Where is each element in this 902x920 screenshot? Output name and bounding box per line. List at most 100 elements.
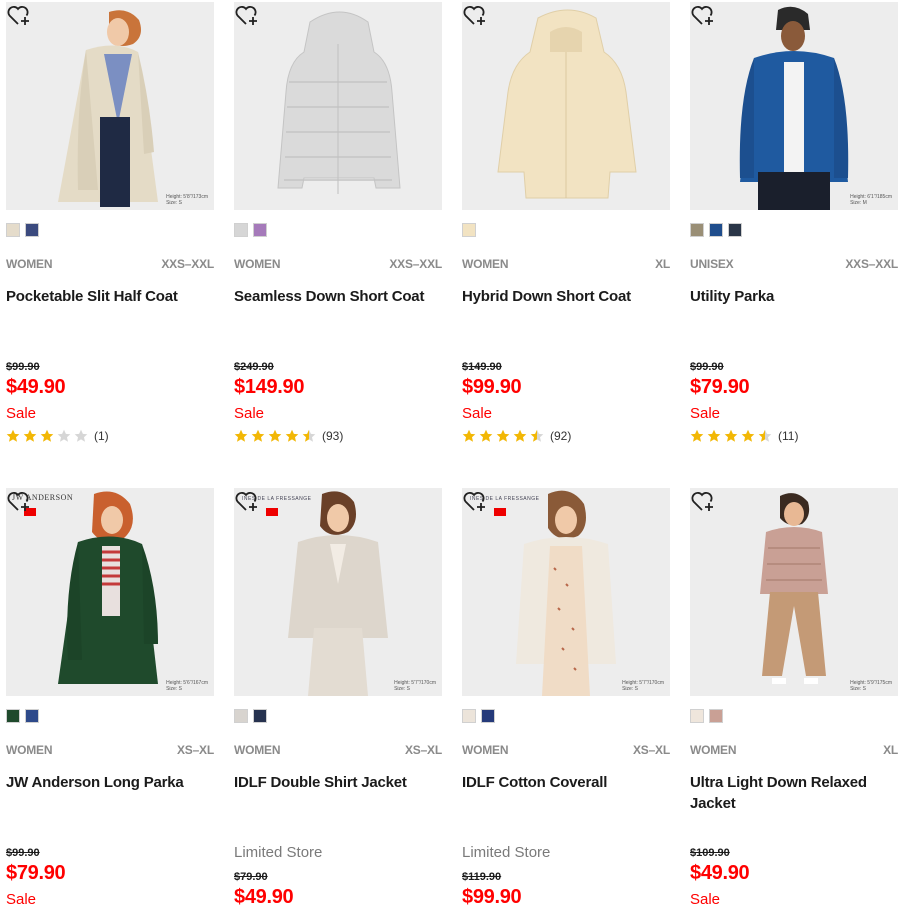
model-note: Height: 5'6"/167cm Size: S: [166, 680, 208, 692]
color-swatch[interactable]: [253, 709, 267, 723]
limited-store-label: Limited Store: [234, 844, 323, 861]
color-swatch[interactable]: [253, 223, 267, 237]
gender-label: UNISEX: [690, 257, 734, 271]
gender-label: WOMEN: [234, 257, 281, 271]
color-swatches: [690, 223, 742, 237]
color-swatch[interactable]: [462, 709, 476, 723]
model-note: Height: 5'9"/175cm Size: S: [850, 680, 892, 692]
product-photo: [462, 2, 670, 210]
heart-plus-icon[interactable]: [6, 488, 32, 514]
size-range: XS–XL: [176, 743, 214, 757]
color-swatch[interactable]: [25, 709, 39, 723]
star-icon: [74, 429, 88, 442]
gender-label: WOMEN: [6, 743, 53, 757]
product-card-idlf-cotton-coverall[interactable]: INES DE LA FRESSANGE Height: 5'7"/170cm S…: [462, 488, 670, 920]
color-swatch[interactable]: [6, 223, 20, 237]
color-swatch[interactable]: [234, 709, 248, 723]
product-meta: WOMEN XXS–XXL: [234, 257, 442, 271]
color-swatch[interactable]: [25, 223, 39, 237]
sale-label: Sale: [690, 405, 721, 422]
star-icon: [285, 429, 299, 442]
heart-plus-icon[interactable]: [690, 488, 716, 514]
product-image[interactable]: [462, 2, 670, 210]
model-note: Height: 5'7"/170cm Size: S: [622, 680, 664, 692]
review-count[interactable]: (93): [322, 429, 343, 443]
original-price: $109.90: [690, 847, 730, 859]
product-photo: [6, 2, 214, 210]
review-count[interactable]: (1): [94, 429, 109, 443]
heart-plus-icon[interactable]: [690, 2, 716, 28]
rating: (93): [234, 429, 343, 443]
product-card-jw-anderson-long-parka[interactable]: JW ANDERSON Height: 5'6"/167cm Size: S WO…: [6, 488, 214, 920]
sale-price: $149.90: [234, 376, 305, 398]
product-name[interactable]: Hybrid Down Short Coat: [462, 286, 670, 307]
product-meta: WOMEN XXS–XXL: [6, 257, 214, 271]
product-card-pocketable-slit-half-coat[interactable]: Height: 5'8"/173cm Size: S WOMEN XXS–XXL …: [6, 2, 214, 452]
product-card-utility-parka[interactable]: Height: 6'1"/185cm Size: M UNISEX XXS–XXL…: [690, 2, 898, 452]
product-image[interactable]: [234, 2, 442, 210]
product-image[interactable]: Height: 6'1"/185cm Size: M: [690, 2, 898, 210]
product-card-hybrid-down-short-coat[interactable]: WOMEN XL Hybrid Down Short Coat $149.90 …: [462, 2, 670, 452]
star-icon: [462, 429, 476, 442]
rating: (11): [690, 429, 798, 443]
star-icon: [6, 429, 20, 442]
original-price: $99.90: [690, 361, 724, 373]
color-swatch[interactable]: [6, 709, 20, 723]
product-image[interactable]: INES DE LA FRESSANGE Height: 5'7"/170cm S…: [234, 488, 442, 696]
heart-plus-icon[interactable]: [6, 2, 32, 28]
sale-price: $79.90: [690, 376, 750, 398]
gender-label: WOMEN: [6, 257, 53, 271]
star-icon: [302, 429, 316, 442]
product-card-seamless-down-short-coat[interactable]: WOMEN XXS–XXL Seamless Down Short Coat $…: [234, 2, 442, 452]
color-swatch[interactable]: [234, 223, 248, 237]
uniqlo-logo: [266, 508, 278, 516]
star-rating: [690, 429, 772, 443]
product-image[interactable]: Height: 5'9"/175cm Size: S: [690, 488, 898, 696]
product-name[interactable]: Pocketable Slit Half Coat: [6, 286, 214, 307]
size-range: XXS–XXL: [161, 257, 214, 271]
heart-plus-icon[interactable]: [462, 2, 488, 28]
color-swatch[interactable]: [709, 709, 723, 723]
color-swatch[interactable]: [728, 223, 742, 237]
product-meta: WOMEN XL: [462, 257, 670, 271]
product-card-idlf-double-shirt-jacket[interactable]: INES DE LA FRESSANGE Height: 5'7"/170cm S…: [234, 488, 442, 920]
product-name[interactable]: JW Anderson Long Parka: [6, 772, 214, 793]
original-price: $79.90: [234, 871, 268, 883]
color-swatches: [462, 709, 495, 723]
size-range: XXS–XXL: [389, 257, 442, 271]
color-swatch[interactable]: [709, 223, 723, 237]
star-icon: [57, 429, 71, 442]
product-meta: WOMEN XS–XL: [6, 743, 214, 757]
product-image[interactable]: INES DE LA FRESSANGE Height: 5'7"/170cm S…: [462, 488, 670, 696]
product-card-ultra-light-down-relaxed-jacket[interactable]: Height: 5'9"/175cm Size: S WOMEN XL Ultra…: [690, 488, 898, 920]
color-swatch[interactable]: [690, 709, 704, 723]
star-icon: [479, 429, 493, 442]
heart-plus-icon[interactable]: [234, 488, 260, 514]
product-meta: WOMEN XL: [690, 743, 898, 757]
product-name[interactable]: Utility Parka: [690, 286, 898, 307]
product-name[interactable]: Seamless Down Short Coat: [234, 286, 442, 307]
original-price: $99.90: [6, 361, 40, 373]
product-photo: [234, 488, 442, 696]
color-swatch[interactable]: [690, 223, 704, 237]
product-image[interactable]: Height: 5'8"/173cm Size: S: [6, 2, 214, 210]
heart-plus-icon[interactable]: [462, 488, 488, 514]
product-name[interactable]: Ultra Light Down Relaxed Jacket: [690, 772, 898, 814]
product-name[interactable]: IDLF Cotton Coverall: [462, 772, 670, 793]
heart-plus-icon[interactable]: [234, 2, 260, 28]
gender-label: WOMEN: [690, 743, 737, 757]
color-swatches: [234, 709, 267, 723]
gender-label: WOMEN: [462, 257, 509, 271]
star-icon: [40, 429, 54, 442]
product-image[interactable]: JW ANDERSON Height: 5'6"/167cm Size: S: [6, 488, 214, 696]
color-swatch[interactable]: [462, 223, 476, 237]
product-name[interactable]: IDLF Double Shirt Jacket: [234, 772, 442, 793]
sale-price: $49.90: [690, 862, 750, 884]
product-photo: [462, 488, 670, 696]
original-price: $149.90: [462, 361, 502, 373]
color-swatch[interactable]: [481, 709, 495, 723]
star-rating: [462, 429, 544, 443]
sale-label: Sale: [6, 405, 37, 422]
review-count[interactable]: (11): [778, 429, 798, 443]
review-count[interactable]: (92): [550, 429, 571, 443]
